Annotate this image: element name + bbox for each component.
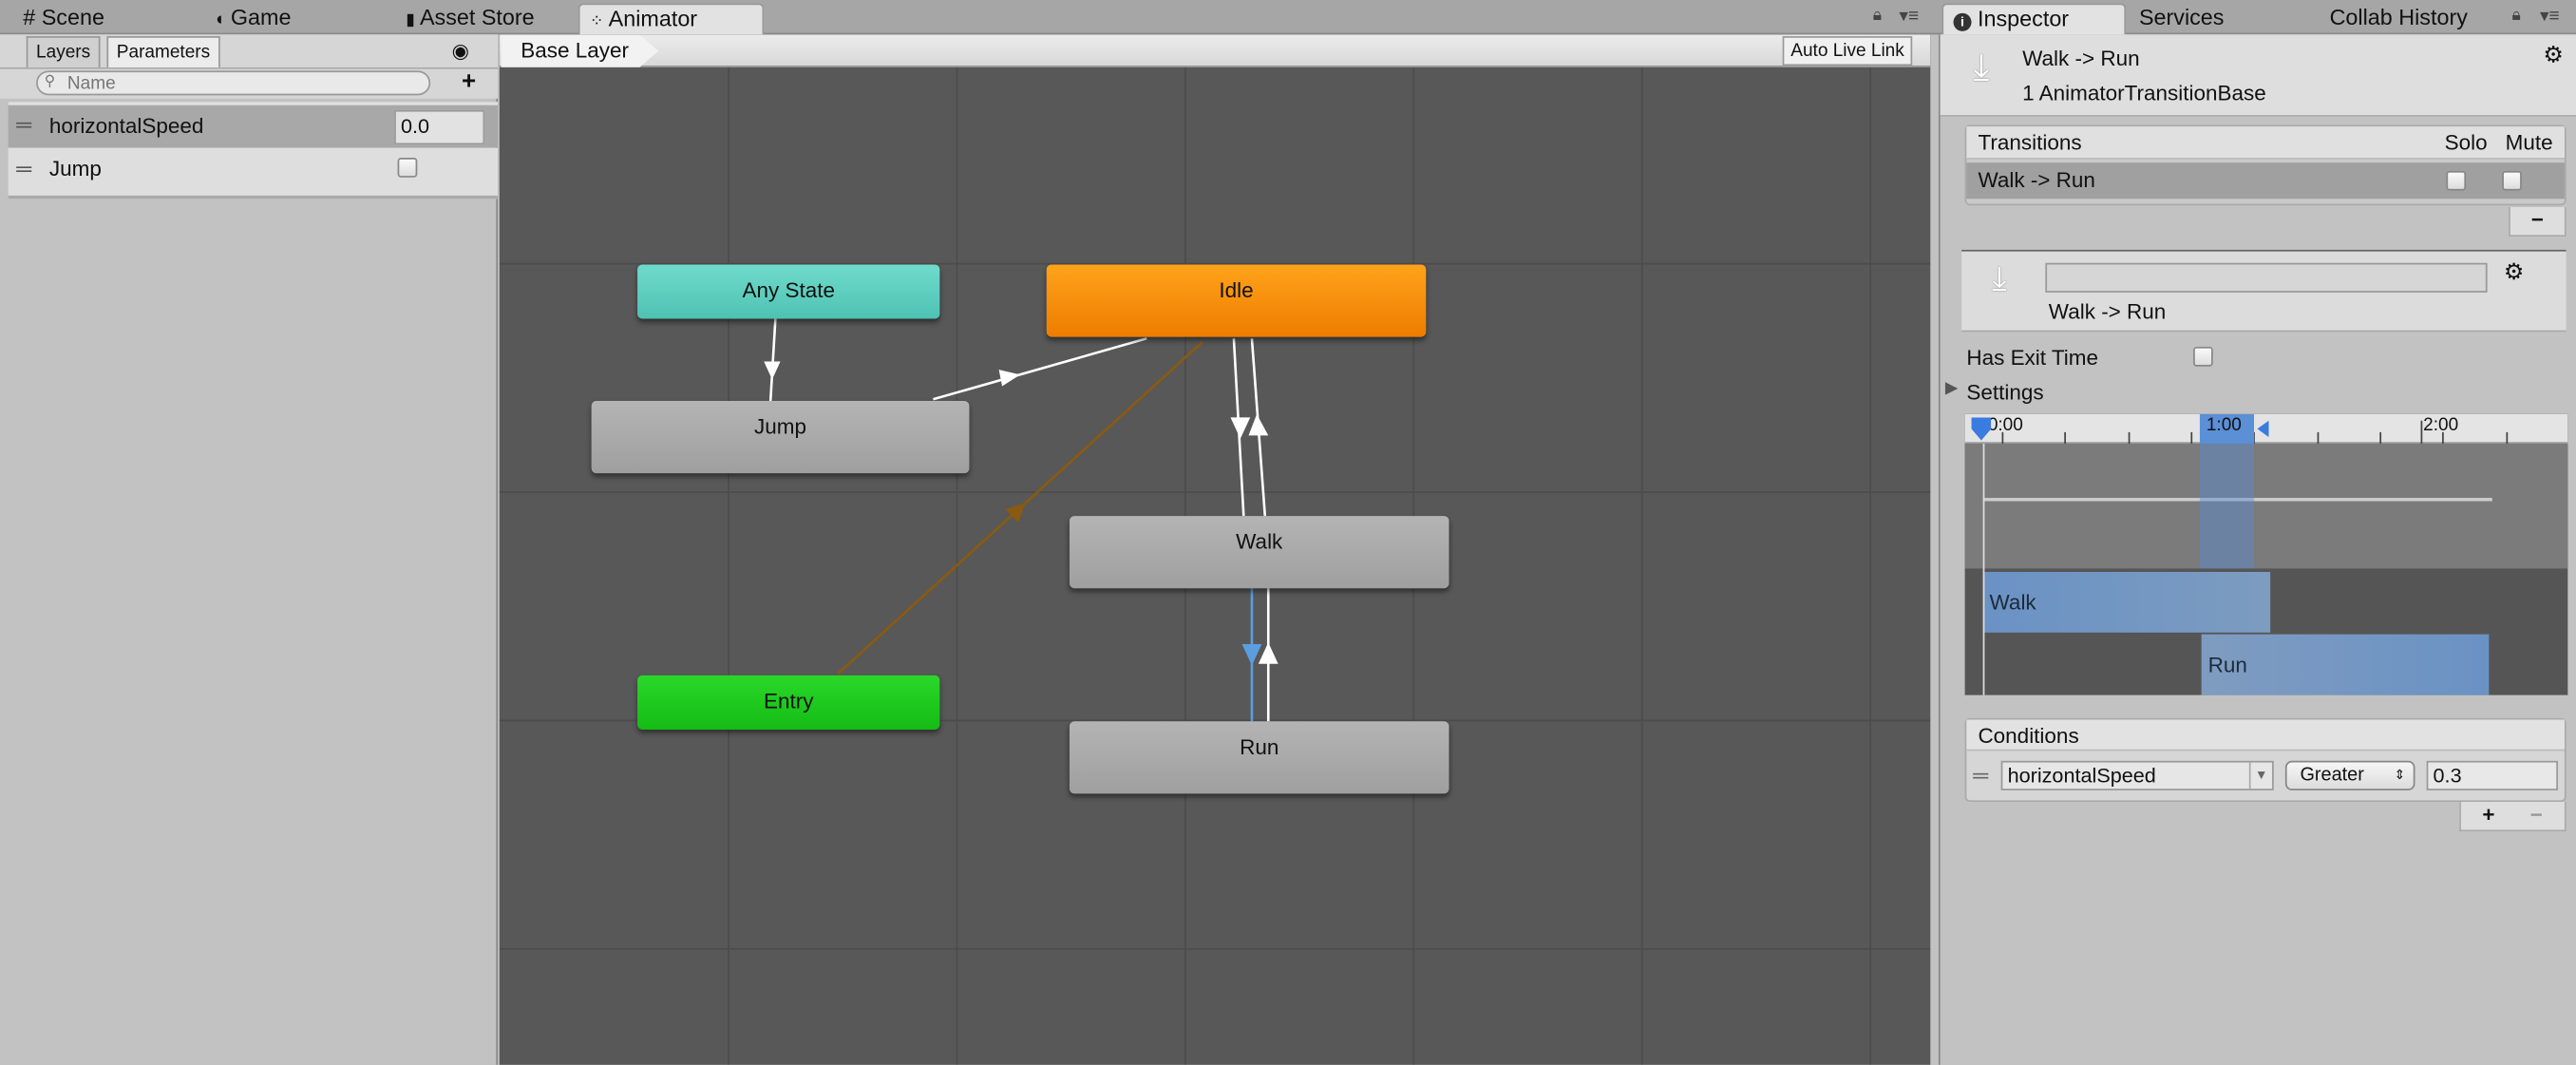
solo-header: Solo: [2444, 129, 2488, 155]
tick-label: 0:00: [1987, 415, 2023, 436]
state-idle[interactable]: Idle: [1046, 264, 1427, 337]
drag-handle-icon[interactable]: ═: [16, 156, 31, 181]
transition-timeline[interactable]: 0:00 1:00 2:00 Walk Run: [1964, 413, 2568, 695]
pacman-icon: ◖: [213, 10, 225, 30]
parameter-value-field[interactable]: 0.0: [394, 109, 485, 145]
remove-condition-button[interactable]: −: [2530, 802, 2543, 827]
tab-collab-history[interactable]: Collab History: [2320, 3, 2468, 34]
clip-label: Walk: [1989, 589, 2036, 615]
conditions-list: Conditions ═ horizontalSpeed ▼ Greater ⇕ 0…: [1964, 717, 2567, 803]
tab-scene[interactable]: # Scene: [13, 3, 104, 34]
clip-walk[interactable]: Walk: [1982, 571, 2271, 633]
transition-arrow: [1230, 417, 1251, 439]
expand-triangle-icon[interactable]: ▶: [1945, 380, 1958, 398]
parameter-row-horizontalSpeed[interactable]: ═ horizontalSpeed 0.0: [8, 102, 499, 148]
grid-icon: #: [23, 5, 36, 30]
transition-icon: ⤓: [1992, 261, 2007, 298]
transition-row[interactable]: Walk -> Run: [1966, 162, 2565, 200]
tab-asset-store[interactable]: ▮ Asset Store: [396, 3, 534, 34]
mute-checkbox[interactable]: [2502, 170, 2522, 191]
condition-parameter: horizontalSpeed: [2007, 764, 2156, 788]
transition-row-label: Walk -> Run: [1978, 167, 2095, 193]
state-any-state[interactable]: Any State: [637, 264, 940, 319]
tick-label: 2:00: [2423, 415, 2459, 436]
has-exit-time-label: Has Exit Time: [1966, 345, 2099, 371]
settings-foldout[interactable]: Settings: [1966, 380, 2043, 405]
gear-icon[interactable]: ⚙: [2504, 258, 2525, 286]
timeline-ruler: 0:00 1:00 2:00: [1964, 413, 2568, 444]
animator-icon: ⁘: [589, 12, 604, 31]
chevron-down-icon: ▼: [2248, 762, 2272, 789]
playhead-line: [1982, 443, 1985, 695]
transition-jump-idle: [933, 337, 1147, 401]
transition-arrow: [764, 361, 781, 380]
lock-icon[interactable]: 🔒︎: [1873, 7, 1882, 25]
condition-mode: Greater: [2300, 765, 2364, 786]
tab-parameters[interactable]: Parameters: [106, 36, 220, 67]
transitions-list: Transitions Solo Mute Walk -> Run: [1964, 124, 2567, 206]
parameter-row-jump[interactable]: ═ Jump: [8, 147, 499, 200]
bag-icon: ▮: [406, 11, 415, 30]
transition-icon: ⤓: [1973, 46, 1990, 87]
inspector-subtitle: 1 AnimatorTransitionBase: [2022, 80, 2266, 105]
transitions-header: Transitions: [1978, 129, 2082, 155]
add-condition-button[interactable]: +: [2482, 802, 2494, 827]
state-entry[interactable]: Entry: [637, 675, 940, 730]
state-run[interactable]: Run: [1069, 721, 1449, 794]
transition-arrow: [1258, 642, 1279, 664]
tab-inspector[interactable]: i Inspector: [1941, 3, 2127, 35]
search-icon: ⚲: [44, 72, 56, 89]
tick-label: 1:00: [2206, 415, 2242, 436]
parameter-name: horizontalSpeed: [48, 113, 204, 139]
animator-graph[interactable]: Any State Idle Jump Walk Entry Run Base …: [499, 34, 1931, 1065]
condition-parameter-select[interactable]: horizontalSpeed ▼: [2000, 760, 2274, 790]
editor-tab-bar: # Scene ◖ Game ▮ Asset Store ⁘ Animator …: [0, 0, 2576, 35]
parameter-search-input[interactable]: [36, 70, 431, 96]
gear-icon[interactable]: ⚙: [2543, 41, 2564, 68]
condition-value-field[interactable]: 0.3: [2426, 760, 2558, 790]
graph-toolbar: [499, 34, 1931, 67]
auto-live-link-button[interactable]: Auto Live Link: [1782, 36, 1913, 67]
transition-anystate-jump: [768, 318, 777, 402]
parameter-name: Jump: [48, 156, 102, 181]
transition-arrow: [1241, 644, 1262, 666]
add-parameter-button[interactable]: +: [462, 67, 476, 95]
updown-icon: ⇕: [2394, 767, 2406, 783]
mute-header: Mute: [2505, 129, 2553, 155]
transition-name-field[interactable]: [2045, 262, 2488, 293]
drag-handle-icon[interactable]: ═: [1973, 763, 1988, 788]
timeline-curve-area: [1964, 443, 2568, 569]
drag-handle-icon[interactable]: ═: [16, 112, 31, 137]
tab-animator[interactable]: ⁘ Animator: [578, 3, 765, 35]
state-walk[interactable]: Walk: [1069, 516, 1449, 589]
tab-layers[interactable]: Layers: [26, 36, 101, 67]
transition-arrow: [1248, 413, 1269, 436]
condition-mode-select[interactable]: Greater ⇕: [2284, 760, 2415, 790]
tab-services[interactable]: Services: [2130, 3, 2225, 34]
transition-arrow: [998, 370, 1021, 387]
inspector-title: Walk -> Run: [2022, 46, 2140, 71]
state-jump[interactable]: Jump: [591, 401, 970, 474]
menu-icon[interactable]: ▾≡: [2540, 5, 2560, 27]
transition-overlap: [2199, 443, 2255, 569]
lock-icon[interactable]: 🔒︎: [2512, 7, 2521, 25]
clip-label: Run: [2207, 652, 2247, 677]
inspector-header: ⤓ Walk -> Run 1 AnimatorTransitionBase ⚙: [1940, 34, 2576, 117]
has-exit-time-checkbox[interactable]: [2193, 346, 2213, 367]
remove-transition-button[interactable]: −: [2509, 206, 2567, 238]
condition-buttons: + −: [2459, 802, 2567, 832]
breadcrumb-base-layer[interactable]: Base Layer: [501, 34, 659, 67]
tab-game[interactable]: ◖ Game: [203, 3, 292, 34]
transition-label: Walk -> Run: [2048, 298, 2167, 324]
menu-icon[interactable]: ▾≡: [1899, 5, 1919, 27]
clip-run[interactable]: Run: [2201, 634, 2490, 695]
info-icon: i: [1953, 12, 1972, 31]
solo-checkbox[interactable]: [2446, 170, 2467, 191]
conditions-header: Conditions: [1978, 723, 2079, 748]
jump-trigger-checkbox[interactable]: [397, 158, 418, 178]
transition-detail-header: ⤓ Walk -> Run ⚙: [1961, 249, 2567, 333]
eye-icon[interactable]: ◉: [452, 40, 469, 63]
